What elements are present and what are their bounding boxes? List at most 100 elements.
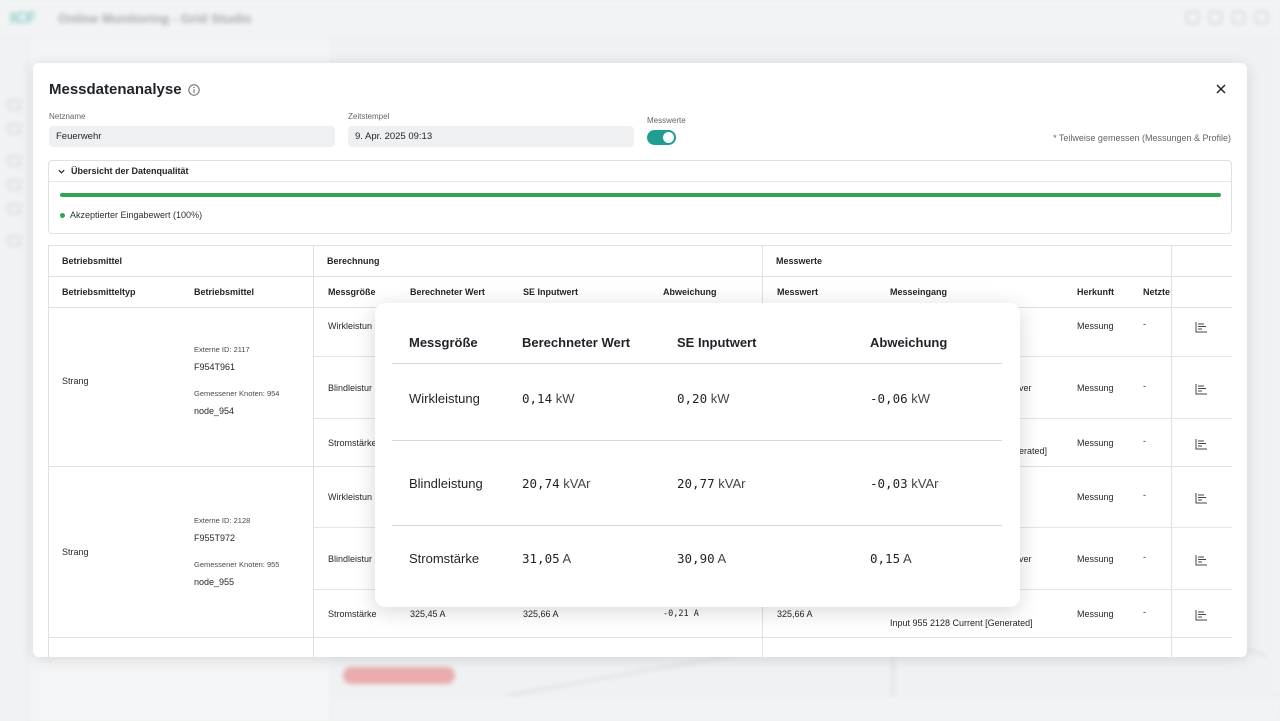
zeitstempel-label: Zeitstempel	[348, 112, 390, 121]
chart-icon[interactable]	[1195, 321, 1208, 333]
chart-icon[interactable]	[1195, 609, 1208, 621]
notification-icon[interactable]	[1186, 11, 1199, 24]
asset-node: node_955	[194, 577, 235, 587]
measurement-detail-popover: Messgröße Berechneter Wert SE Inputwert …	[375, 303, 1020, 607]
nav-icon[interactable]	[8, 124, 20, 134]
row-origin: Messung	[1077, 438, 1114, 448]
settings-icon[interactable]	[1232, 11, 1245, 24]
grid-icon[interactable]	[1255, 11, 1268, 24]
group-header-berechnung: Berechnung	[314, 246, 763, 277]
data-quality-title: Übersicht der Datenqualität	[71, 166, 189, 176]
asset-name: F955T972	[194, 533, 236, 543]
chart-icon[interactable]	[1195, 492, 1208, 504]
asset-node-label: Gemessener Knoten: 954	[194, 389, 280, 398]
popover-row-se: 0,20 kW	[677, 391, 730, 406]
row-input: ver	[1019, 383, 1032, 393]
asset-node-label: Gemessener Knoten: 955	[194, 560, 280, 569]
app-title: Online Monitoring - Grid Studio	[58, 11, 252, 26]
app-header: ICF Online Monitoring - Grid Studio	[0, 0, 1280, 38]
popover-header-se: SE Inputwert	[677, 335, 757, 350]
chart-icon[interactable]	[1195, 554, 1208, 566]
row-origin: Messung	[1077, 609, 1114, 619]
popover-row-name: Stromstärke	[409, 551, 480, 566]
col-betriebsmittel: Betriebsmittel	[194, 287, 255, 297]
mail-icon[interactable]	[1209, 11, 1222, 24]
col-herkunft: Herkunft	[1077, 287, 1115, 297]
data-quality-legend: Akzeptierter Eingabewert (100%)	[60, 210, 202, 220]
nav-icon[interactable]	[8, 100, 20, 110]
header-icons	[1186, 11, 1268, 24]
popover-row-se: 20,77 kVAr	[677, 476, 746, 491]
asset-external-id: Externe ID: 2117	[194, 345, 250, 354]
asset-name: F954T961	[194, 362, 236, 372]
nav-icon[interactable]	[8, 180, 20, 190]
asset-node: node_954	[194, 406, 235, 416]
row-quantity: Wirkleistun	[328, 321, 373, 331]
data-quality-bar	[60, 193, 1221, 197]
col-betriebsmitteltyp: Betriebsmitteltyp	[62, 287, 136, 297]
popover-divider	[392, 440, 1002, 441]
row-input: ver	[1019, 554, 1032, 564]
row-se-input: 325,66 A	[523, 609, 559, 619]
row-calculated: 325,45 A	[410, 609, 446, 619]
row-input: erated]	[1019, 446, 1048, 456]
row-measured: 325,66 A	[777, 609, 813, 619]
legend-text: Akzeptierter Eingabewert (100%)	[70, 210, 203, 220]
row-netz: -	[1143, 319, 1146, 329]
popover-header-messgroesse: Messgröße	[409, 335, 478, 350]
messwerte-label: Messwerte	[647, 116, 686, 125]
group-header-empty	[1172, 246, 1232, 277]
row-origin: Messung	[1077, 492, 1114, 502]
map-badge	[343, 667, 455, 684]
asset-external-id: Externe ID: 2128	[194, 516, 251, 525]
popover-row-calc: 20,74 kVAr	[522, 476, 591, 491]
popover-row-dev: -0,03 kVAr	[870, 476, 939, 491]
group-header-messwerte: Messwerte	[763, 246, 1172, 277]
dialog-title-text: Messdatenanalyse	[49, 81, 182, 98]
row-deviation: -0,21 A	[663, 609, 699, 619]
popover-row-dev: -0,06 kW	[870, 391, 931, 406]
data-quality-panel: Übersicht der Datenqualität Akzeptierter…	[48, 160, 1232, 234]
popover-row-se: 30,90 A	[677, 551, 727, 566]
popover-header-berechnet: Berechneter Wert	[522, 335, 631, 350]
popover-divider	[392, 525, 1002, 526]
partial-measured-note: * Teilweise gemessen (Messungen & Profil…	[1053, 133, 1231, 143]
popover-row-dev: 0,15 A	[870, 551, 912, 566]
row-quantity: Blindleistur	[328, 383, 373, 393]
popover-row-calc: 0,14 kW	[522, 391, 575, 406]
app-logo: ICF	[10, 10, 36, 27]
asset-type: Strang	[62, 376, 89, 386]
nav-icon[interactable]	[8, 204, 20, 214]
netzname-label: Netzname	[49, 112, 86, 121]
messwerte-toggle[interactable]	[647, 130, 676, 145]
popover-row-calc: 31,05 A	[522, 551, 572, 566]
zeitstempel-field[interactable]: 9. Apr. 2025 09:13	[348, 126, 634, 147]
side-rail	[0, 38, 28, 721]
dialog-title: Messdatenanalyse	[49, 81, 200, 98]
row-netz: -	[1143, 436, 1146, 446]
col-netzte: Netzte	[1143, 287, 1171, 297]
chart-icon[interactable]	[1195, 383, 1208, 395]
popover-row-name: Blindleistung	[409, 476, 483, 491]
close-icon[interactable]	[1213, 81, 1229, 97]
chevron-down-icon	[58, 169, 65, 174]
row-quantity: Stromstärke	[328, 438, 377, 448]
popover-row-name: Wirkleistung	[409, 391, 480, 406]
map-footer	[332, 695, 1280, 721]
info-icon[interactable]	[187, 83, 200, 96]
row-netz: -	[1143, 552, 1146, 562]
popover-header-abweichung: Abweichung	[870, 335, 948, 350]
nav-icon[interactable]	[8, 156, 20, 166]
row-origin: Messung	[1077, 383, 1114, 393]
legend-dot	[60, 212, 65, 218]
row-netz: -	[1143, 607, 1146, 617]
row-netz: -	[1143, 381, 1146, 391]
popover-divider	[392, 363, 1002, 364]
chart-icon[interactable]	[1195, 438, 1208, 450]
netzname-field[interactable]: Feuerwehr	[49, 126, 335, 147]
group-header-betriebsmittel: Betriebsmittel	[49, 246, 314, 277]
col-messgroesse: Messgröße	[328, 287, 376, 297]
data-quality-toggle[interactable]: Übersicht der Datenqualität	[49, 161, 1231, 182]
nav-icon[interactable]	[8, 236, 20, 246]
row-input: Input 955 2128 Current [Generated]	[890, 618, 1033, 628]
